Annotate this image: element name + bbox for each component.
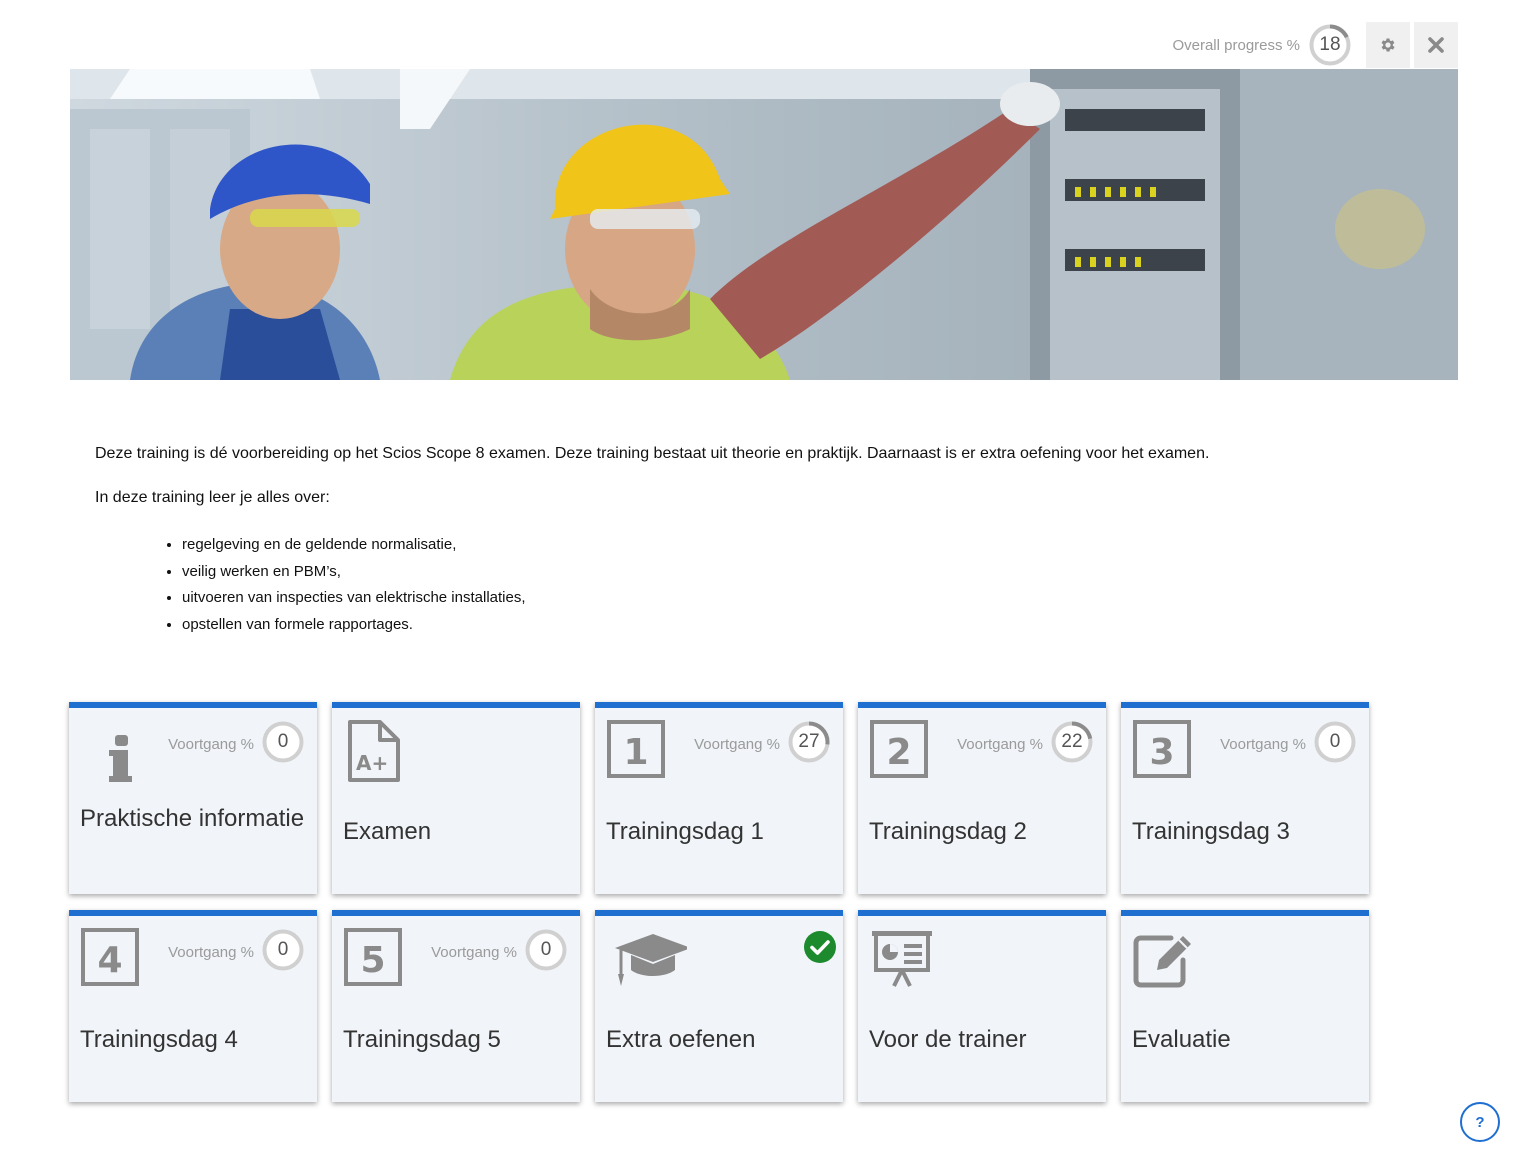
tile-title: Voor de trainer xyxy=(869,1026,1027,1053)
tile-progress-ring: 0 xyxy=(261,720,305,764)
edit-icon xyxy=(1133,935,1191,988)
tile-title: Extra oefenen xyxy=(606,1026,756,1053)
topic-item: uitvoeren van inspecties van elektrische… xyxy=(182,585,1455,612)
svg-text:5: 5 xyxy=(360,940,385,981)
tile-title: Trainingsdag 3 xyxy=(1132,818,1290,845)
close-icon xyxy=(1428,37,1444,53)
settings-button[interactable] xyxy=(1366,22,1410,68)
tile-progress-label: Voortgang % xyxy=(168,736,254,753)
number-1-icon: 1 xyxy=(607,720,665,778)
svg-text:1: 1 xyxy=(623,732,648,773)
tile-trainingsdag-5[interactable]: 5 Voortgang % 0 Trainingsdag 5 xyxy=(332,910,580,1102)
tile-trainingsdag-4[interactable]: 4 Voortgang % 0 Trainingsdag 4 xyxy=(69,910,317,1102)
tile-progress-value: 0 xyxy=(1329,731,1341,752)
tile-progress-value: 22 xyxy=(1061,731,1083,752)
completed-check-icon xyxy=(804,931,836,963)
tile-title: Trainingsdag 1 xyxy=(606,818,764,845)
graduation-cap-icon xyxy=(615,934,687,986)
tile-title: Examen xyxy=(343,818,432,845)
tile-progress-ring: 22 xyxy=(1050,720,1094,764)
tile-title: Evaluatie xyxy=(1132,1026,1231,1053)
tile-progress-label: Voortgang % xyxy=(957,736,1043,753)
tile-progress-value: 27 xyxy=(798,731,820,752)
tile-progress-value: 0 xyxy=(277,939,289,960)
tile-progress-ring: 27 xyxy=(787,720,831,764)
number-2-icon: 2 xyxy=(870,720,928,778)
tile-title: Praktische informatie xyxy=(80,805,305,832)
number-5-icon: 5 xyxy=(344,928,402,986)
tile-title: Trainingsdag 5 xyxy=(343,1026,501,1053)
tile-progress-label: Voortgang % xyxy=(431,944,517,961)
tile-trainingsdag-3[interactable]: 3 Voortgang % 0 Trainingsdag 3 xyxy=(1121,702,1369,894)
overall-progress-value: 18 xyxy=(1319,34,1341,55)
tile-trainingsdag-1[interactable]: 1 Voortgang % 27 Trainingsdag 1 xyxy=(595,702,843,894)
training-description: Deze training is dé voorbereiding op het… xyxy=(95,444,1455,638)
tile-progress-label: Voortgang % xyxy=(168,944,254,961)
tile-trainingsdag-2[interactable]: 2 Voortgang % 22 Trainingsdag 2 xyxy=(858,702,1106,894)
tile-progress-ring: 0 xyxy=(524,928,568,972)
info-icon xyxy=(109,735,132,782)
tile-voor-de-trainer[interactable]: Voor de trainer xyxy=(858,910,1106,1102)
tile-title: Trainingsdag 4 xyxy=(80,1026,238,1053)
presentation-icon xyxy=(872,931,932,987)
tile-progress-value: 0 xyxy=(540,939,552,960)
svg-text:3: 3 xyxy=(1149,732,1174,773)
tile-progress-label: Voortgang % xyxy=(1220,736,1306,753)
hero-illustration xyxy=(70,69,1458,380)
overall-progress-label: Overall progress % xyxy=(1172,36,1300,54)
topic-item: opstellen van formele rapportages. xyxy=(182,612,1455,639)
overall-progress-ring: 18 xyxy=(1308,23,1352,67)
help-button[interactable]: ? xyxy=(1460,1102,1500,1142)
top-bar: Overall progress % 18 xyxy=(1172,22,1458,68)
gear-icon xyxy=(1381,38,1395,52)
close-button[interactable] xyxy=(1414,22,1458,68)
number-3-icon: 3 xyxy=(1133,720,1191,778)
intro-paragraph-2: In deze training leer je alles over: xyxy=(95,489,330,506)
intro-paragraph-1: Deze training is dé voorbereiding op het… xyxy=(95,445,1210,462)
tile-progress-label: Voortgang % xyxy=(694,736,780,753)
exam-grade-icon: A+ xyxy=(348,720,400,782)
tile-evaluatie[interactable]: Evaluatie xyxy=(1121,910,1369,1102)
tile-examen[interactable]: A+ Examen xyxy=(332,702,580,894)
tile-progress-value: 0 xyxy=(277,731,289,752)
svg-text:4: 4 xyxy=(97,940,122,981)
topics-list: regelgeving en de geldende normalisatie,… xyxy=(182,532,1455,638)
tile-extra-oefenen[interactable]: Extra oefenen xyxy=(595,910,843,1102)
tile-title: Trainingsdag 2 xyxy=(869,818,1027,845)
topic-item: regelgeving en de geldende normalisatie, xyxy=(182,532,1455,559)
tile-praktische-informatie[interactable]: Voortgang % 0 Praktische informatie xyxy=(69,702,317,894)
tile-progress-ring: 0 xyxy=(261,928,305,972)
svg-text:2: 2 xyxy=(886,732,911,773)
hero-image xyxy=(70,69,1458,380)
svg-text:A+: A+ xyxy=(356,751,388,775)
number-4-icon: 4 xyxy=(81,928,139,986)
tile-progress-ring: 0 xyxy=(1313,720,1357,764)
topic-item: veilig werken en PBM’s, xyxy=(182,559,1455,586)
